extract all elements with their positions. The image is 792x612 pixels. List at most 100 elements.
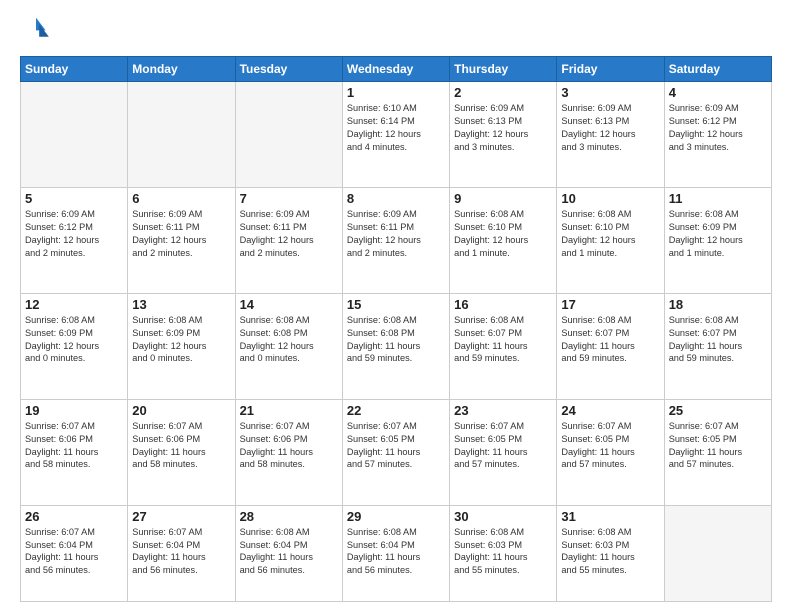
day-cell: 8 Sunrise: 6:09 AM Sunset: 6:11 PM Daylig…: [342, 187, 449, 293]
day-number: 7: [240, 191, 338, 206]
day-number: 26: [25, 509, 123, 524]
day-cell: [664, 505, 771, 601]
day-info: Sunrise: 6:10 AM Sunset: 6:14 PM Dayligh…: [347, 102, 445, 154]
day-info: Sunrise: 6:07 AM Sunset: 6:05 PM Dayligh…: [454, 420, 552, 472]
day-cell: 10 Sunrise: 6:08 AM Sunset: 6:10 PM Dayli…: [557, 187, 664, 293]
day-number: 20: [132, 403, 230, 418]
weekday-wednesday: Wednesday: [342, 57, 449, 82]
day-info: Sunrise: 6:07 AM Sunset: 6:05 PM Dayligh…: [561, 420, 659, 472]
day-cell: [128, 82, 235, 188]
weekday-sunday: Sunday: [21, 57, 128, 82]
day-number: 27: [132, 509, 230, 524]
day-number: 28: [240, 509, 338, 524]
day-cell: 23 Sunrise: 6:07 AM Sunset: 6:05 PM Dayli…: [450, 399, 557, 505]
day-number: 1: [347, 85, 445, 100]
header: [20, 16, 772, 48]
day-info: Sunrise: 6:08 AM Sunset: 6:10 PM Dayligh…: [561, 208, 659, 260]
day-cell: 18 Sunrise: 6:08 AM Sunset: 6:07 PM Dayli…: [664, 293, 771, 399]
day-number: 18: [669, 297, 767, 312]
day-cell: 4 Sunrise: 6:09 AM Sunset: 6:12 PM Daylig…: [664, 82, 771, 188]
day-cell: 24Sunrise: 6:07 AM Sunset: 6:05 PM Dayli…: [557, 399, 664, 505]
day-info: Sunrise: 6:08 AM Sunset: 6:08 PM Dayligh…: [347, 314, 445, 366]
day-info: Sunrise: 6:09 AM Sunset: 6:11 PM Dayligh…: [347, 208, 445, 260]
day-number: 11: [669, 191, 767, 206]
day-cell: 28Sunrise: 6:08 AM Sunset: 6:04 PM Dayli…: [235, 505, 342, 601]
day-number: 25: [669, 403, 767, 418]
day-info: Sunrise: 6:08 AM Sunset: 6:03 PM Dayligh…: [561, 526, 659, 578]
day-info: Sunrise: 6:08 AM Sunset: 6:07 PM Dayligh…: [454, 314, 552, 366]
weekday-saturday: Saturday: [664, 57, 771, 82]
day-number: 8: [347, 191, 445, 206]
day-info: Sunrise: 6:09 AM Sunset: 6:12 PM Dayligh…: [669, 102, 767, 154]
day-cell: 21 Sunrise: 6:07 AM Sunset: 6:06 PM Dayli…: [235, 399, 342, 505]
day-cell: 1 Sunrise: 6:10 AM Sunset: 6:14 PM Daylig…: [342, 82, 449, 188]
day-info: Sunrise: 6:08 AM Sunset: 6:07 PM Dayligh…: [561, 314, 659, 366]
day-cell: 27 Sunrise: 6:07 AM Sunset: 6:04 PM Dayli…: [128, 505, 235, 601]
day-number: 13: [132, 297, 230, 312]
day-info: Sunrise: 6:07 AM Sunset: 6:04 PM Dayligh…: [132, 526, 230, 578]
day-number: 10: [561, 191, 659, 206]
day-cell: 9 Sunrise: 6:08 AM Sunset: 6:10 PM Daylig…: [450, 187, 557, 293]
day-info: Sunrise: 6:07 AM Sunset: 6:05 PM Dayligh…: [347, 420, 445, 472]
day-info: Sunrise: 6:08 AM Sunset: 6:09 PM Dayligh…: [25, 314, 123, 366]
day-cell: 2 Sunrise: 6:09 AM Sunset: 6:13 PM Daylig…: [450, 82, 557, 188]
day-number: 16: [454, 297, 552, 312]
day-number: 12: [25, 297, 123, 312]
day-cell: 19Sunrise: 6:07 AM Sunset: 6:06 PM Dayli…: [21, 399, 128, 505]
day-cell: 5Sunrise: 6:09 AM Sunset: 6:12 PM Daylig…: [21, 187, 128, 293]
day-info: Sunrise: 6:09 AM Sunset: 6:13 PM Dayligh…: [561, 102, 659, 154]
day-cell: [21, 82, 128, 188]
day-cell: 26 Sunrise: 6:07 AM Sunset: 6:04 PM Dayli…: [21, 505, 128, 601]
day-cell: 13 Sunrise: 6:08 AM Sunset: 6:09 PM Dayli…: [128, 293, 235, 399]
day-info: Sunrise: 6:08 AM Sunset: 6:03 PM Dayligh…: [454, 526, 552, 578]
weekday-header-row: SundayMondayTuesdayWednesdayThursdayFrid…: [21, 57, 772, 82]
day-number: 23: [454, 403, 552, 418]
day-number: 29: [347, 509, 445, 524]
day-number: 14: [240, 297, 338, 312]
day-cell: 11Sunrise: 6:08 AM Sunset: 6:09 PM Dayli…: [664, 187, 771, 293]
page: SundayMondayTuesdayWednesdayThursdayFrid…: [0, 0, 792, 612]
day-number: 22: [347, 403, 445, 418]
day-number: 17: [561, 297, 659, 312]
week-row-2: 5Sunrise: 6:09 AM Sunset: 6:12 PM Daylig…: [21, 187, 772, 293]
day-cell: 15Sunrise: 6:08 AM Sunset: 6:08 PM Dayli…: [342, 293, 449, 399]
day-number: 5: [25, 191, 123, 206]
day-cell: 7Sunrise: 6:09 AM Sunset: 6:11 PM Daylig…: [235, 187, 342, 293]
day-cell: 6 Sunrise: 6:09 AM Sunset: 6:11 PM Daylig…: [128, 187, 235, 293]
day-info: Sunrise: 6:07 AM Sunset: 6:06 PM Dayligh…: [240, 420, 338, 472]
day-info: Sunrise: 6:08 AM Sunset: 6:07 PM Dayligh…: [669, 314, 767, 366]
day-cell: 25 Sunrise: 6:07 AM Sunset: 6:05 PM Dayli…: [664, 399, 771, 505]
day-info: Sunrise: 6:09 AM Sunset: 6:11 PM Dayligh…: [132, 208, 230, 260]
day-cell: 20Sunrise: 6:07 AM Sunset: 6:06 PM Dayli…: [128, 399, 235, 505]
day-number: 2: [454, 85, 552, 100]
day-cell: 16 Sunrise: 6:08 AM Sunset: 6:07 PM Dayli…: [450, 293, 557, 399]
weekday-thursday: Thursday: [450, 57, 557, 82]
day-info: Sunrise: 6:08 AM Sunset: 6:10 PM Dayligh…: [454, 208, 552, 260]
day-cell: [235, 82, 342, 188]
day-info: Sunrise: 6:07 AM Sunset: 6:05 PM Dayligh…: [669, 420, 767, 472]
weekday-tuesday: Tuesday: [235, 57, 342, 82]
day-info: Sunrise: 6:08 AM Sunset: 6:04 PM Dayligh…: [347, 526, 445, 578]
day-number: 21: [240, 403, 338, 418]
day-cell: 17 Sunrise: 6:08 AM Sunset: 6:07 PM Dayli…: [557, 293, 664, 399]
day-number: 4: [669, 85, 767, 100]
day-number: 3: [561, 85, 659, 100]
logo: [20, 16, 56, 48]
day-number: 6: [132, 191, 230, 206]
day-number: 9: [454, 191, 552, 206]
week-row-3: 12 Sunrise: 6:08 AM Sunset: 6:09 PM Dayli…: [21, 293, 772, 399]
day-cell: 14Sunrise: 6:08 AM Sunset: 6:08 PM Dayli…: [235, 293, 342, 399]
day-number: 30: [454, 509, 552, 524]
day-number: 31: [561, 509, 659, 524]
day-info: Sunrise: 6:09 AM Sunset: 6:13 PM Dayligh…: [454, 102, 552, 154]
day-cell: 22 Sunrise: 6:07 AM Sunset: 6:05 PM Dayli…: [342, 399, 449, 505]
day-cell: 30 Sunrise: 6:08 AM Sunset: 6:03 PM Dayli…: [450, 505, 557, 601]
calendar-table: SundayMondayTuesdayWednesdayThursdayFrid…: [20, 56, 772, 602]
weekday-monday: Monday: [128, 57, 235, 82]
day-info: Sunrise: 6:07 AM Sunset: 6:06 PM Dayligh…: [25, 420, 123, 472]
day-cell: 12 Sunrise: 6:08 AM Sunset: 6:09 PM Dayli…: [21, 293, 128, 399]
day-info: Sunrise: 6:07 AM Sunset: 6:04 PM Dayligh…: [25, 526, 123, 578]
week-row-1: 1 Sunrise: 6:10 AM Sunset: 6:14 PM Daylig…: [21, 82, 772, 188]
day-info: Sunrise: 6:08 AM Sunset: 6:09 PM Dayligh…: [132, 314, 230, 366]
logo-icon: [20, 16, 52, 48]
